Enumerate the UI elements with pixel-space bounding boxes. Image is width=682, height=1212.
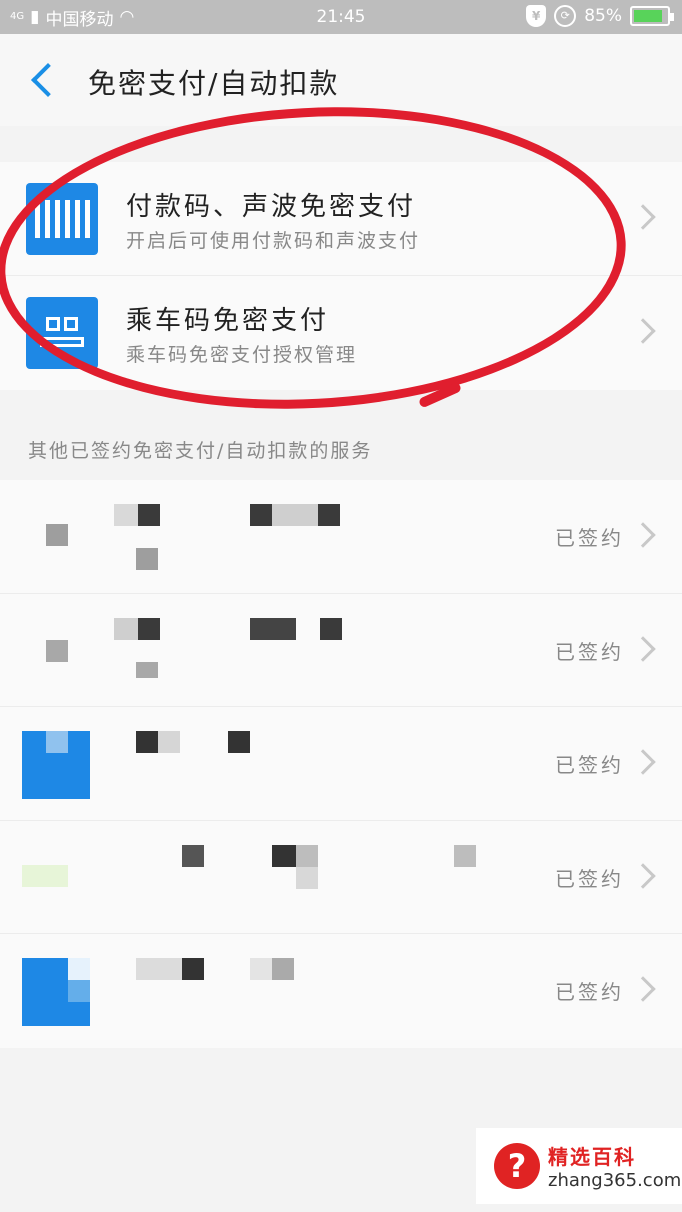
back-arrow-icon[interactable] <box>28 62 58 98</box>
chevron-right-icon <box>630 749 656 775</box>
pixelated-text <box>228 731 250 754</box>
security-shield-icon: ¥ <box>526 5 547 27</box>
signed-services-list: 已签约 已签约 已签约 已签约 已签约 <box>0 480 682 1048</box>
watermark-name: 精选百科 <box>548 1145 636 1169</box>
watermark-site: zhang365.com <box>548 1170 682 1191</box>
question-mark-icon: ? <box>494 1143 540 1189</box>
battery-icon <box>630 6 674 26</box>
battery-percent: 85% <box>584 6 622 26</box>
pixelated-text <box>272 958 294 981</box>
pixelated-text <box>136 958 182 981</box>
pixelated-text <box>296 844 318 867</box>
pixelated-text <box>136 661 158 678</box>
pixelated-app-icon <box>22 864 68 887</box>
pixelated-text <box>250 617 296 640</box>
signed-status: 已签约 <box>555 526 624 550</box>
pixelated-text <box>296 866 318 889</box>
pixelated-text <box>318 504 340 526</box>
pixelated-text <box>250 958 272 981</box>
pixelated-text <box>320 617 342 640</box>
signed-status: 已签约 <box>555 639 624 664</box>
watermark-text: 精选百科 zhang365.com <box>548 1141 681 1191</box>
service-item[interactable]: 已签约 <box>0 707 682 821</box>
chevron-right-icon <box>630 635 656 662</box>
pixelated-text <box>138 504 160 526</box>
pixelated-text <box>272 844 296 867</box>
page-title: 免密支付/自动扣款 <box>88 67 340 100</box>
service-item[interactable]: 已签约 <box>0 480 682 594</box>
pixelated-app-icon <box>46 639 68 662</box>
pixelated-text <box>114 504 138 526</box>
pixelated-app-icon <box>46 524 68 546</box>
signed-status: 已签约 <box>555 980 624 1005</box>
pixelated-text <box>182 958 204 981</box>
pixelated-text <box>454 844 476 867</box>
pixelated-text <box>136 548 158 570</box>
pixelated-text <box>114 617 138 640</box>
status-bar-right: ¥ ⟳ 85% <box>526 5 674 27</box>
pixelated-text <box>182 844 204 867</box>
pixelated-text <box>136 731 158 754</box>
pixelated-text <box>158 731 180 754</box>
service-item[interactable]: 已签约 <box>0 821 682 935</box>
signed-status: 已签约 <box>555 753 624 778</box>
signed-status: 已签约 <box>555 866 624 891</box>
rotation-lock-icon: ⟳ <box>554 5 577 27</box>
chevron-right-icon <box>630 976 656 1003</box>
pixelated-app-icon <box>68 980 90 1003</box>
service-item[interactable]: 已签约 <box>0 594 682 708</box>
site-watermark: ? 精选百科 zhang365.com <box>476 1128 682 1204</box>
pixelated-text <box>250 504 272 526</box>
pixelated-text <box>272 504 318 526</box>
chevron-right-icon <box>630 863 656 889</box>
chevron-right-icon <box>630 522 656 548</box>
service-item[interactable]: 已签约 <box>0 934 682 1048</box>
chevron-right-icon <box>630 318 656 344</box>
pixelated-app-icon <box>68 958 90 981</box>
chevron-right-icon <box>630 204 656 230</box>
section-label: 其他已签约免密支付/自动扣款的服务 <box>28 440 373 462</box>
pixelated-text <box>138 617 160 640</box>
pixelated-app-icon <box>46 731 68 754</box>
status-bar: 4G ▮ 中国移动 ◠ 21:45 ¥ ⟳ 85% <box>0 0 682 34</box>
